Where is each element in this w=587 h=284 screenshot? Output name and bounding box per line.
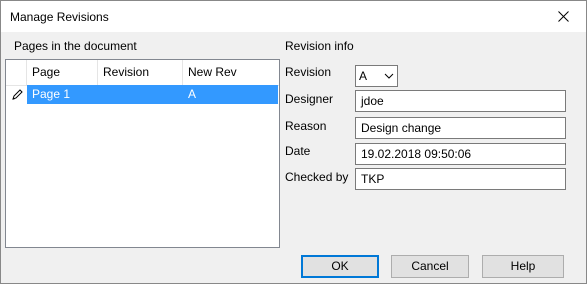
close-icon xyxy=(557,11,569,22)
checked-by-label: Checked by xyxy=(285,170,349,184)
window-title: Manage Revisions xyxy=(10,10,109,24)
pencil-icon xyxy=(11,88,23,100)
grid-corner xyxy=(6,60,27,85)
designer-label: Designer xyxy=(285,92,334,106)
date-field[interactable]: 19.02.2018 09:50:06 xyxy=(355,143,566,165)
date-label: Date xyxy=(285,144,311,158)
cell-revision xyxy=(98,85,103,104)
chevron-down-icon xyxy=(384,73,394,79)
checked-by-field[interactable]: TKP xyxy=(355,168,566,190)
reason-field[interactable]: Design change xyxy=(355,117,566,139)
close-button[interactable] xyxy=(540,1,586,32)
dialog-window: Manage Revisions Pages in the document P… xyxy=(0,0,587,284)
revision-info-label: Revision info xyxy=(285,39,354,53)
cell-page: Page 1 xyxy=(32,87,71,101)
row-header[interactable] xyxy=(6,85,27,104)
revision-select-value: A xyxy=(359,69,368,83)
pages-grid[interactable]: Page Revision New Rev Page 1 A xyxy=(5,59,280,248)
ok-button[interactable]: OK xyxy=(301,255,379,278)
title-bar: Manage Revisions xyxy=(1,1,586,32)
column-header-page[interactable]: Page xyxy=(27,60,98,85)
help-button[interactable]: Help xyxy=(482,255,564,278)
column-header-new-rev[interactable]: New Rev xyxy=(183,60,279,85)
cancel-button[interactable]: Cancel xyxy=(391,255,469,278)
table-row[interactable]: Page 1 A xyxy=(6,85,279,105)
revision-select[interactable]: A xyxy=(355,65,398,87)
pages-section-label: Pages in the document xyxy=(14,39,137,53)
column-header-revision[interactable]: Revision xyxy=(98,60,183,85)
revision-label: Revision xyxy=(285,65,332,79)
reason-label: Reason xyxy=(285,119,327,133)
grid-header: Page Revision New Rev xyxy=(6,60,279,86)
selected-row-highlight: Page 1 A xyxy=(27,85,278,104)
designer-field[interactable]: jdoe xyxy=(355,90,566,112)
cell-new-rev: A xyxy=(188,87,197,101)
